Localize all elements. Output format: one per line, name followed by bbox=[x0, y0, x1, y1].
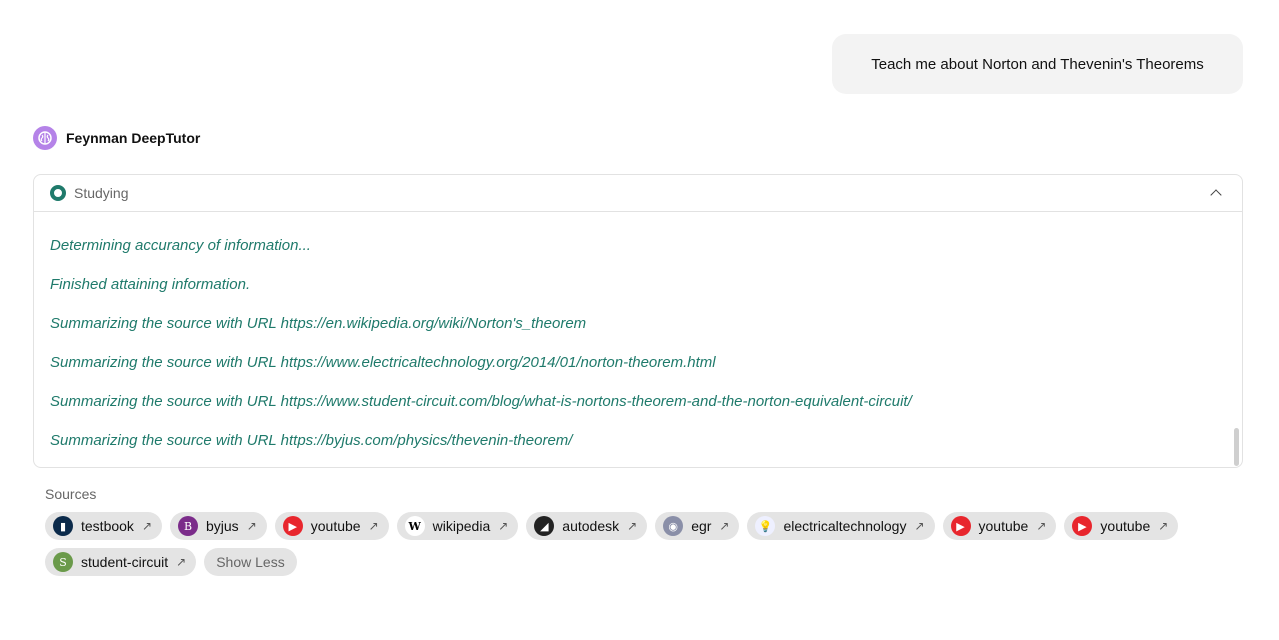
external-link-icon: ↗ bbox=[246, 519, 257, 533]
lightbulb-icon: 💡 bbox=[755, 516, 776, 536]
source-label: byjus bbox=[206, 518, 239, 534]
assistant-header: Feynman DeepTutor bbox=[33, 126, 200, 150]
autodesk-icon: ◢ bbox=[534, 516, 555, 536]
external-link-icon: ↗ bbox=[498, 519, 509, 533]
source-label: testbook bbox=[81, 518, 134, 534]
youtube-icon: ▶ bbox=[282, 516, 303, 536]
external-link-icon: ↗ bbox=[627, 519, 638, 533]
log-line: Summarizing the source with URL https://… bbox=[50, 354, 716, 371]
external-link-icon: ↗ bbox=[176, 555, 187, 569]
source-chip-youtube[interactable]: ▶ youtube ↗ bbox=[942, 512, 1057, 540]
status-indicator-icon bbox=[50, 185, 66, 201]
source-label: egr bbox=[691, 518, 712, 534]
log-line: Summarizing the source with URL https://… bbox=[50, 315, 587, 332]
activity-log[interactable]: Determining accurancy of information... F… bbox=[34, 212, 1242, 467]
external-link-icon: ↗ bbox=[1036, 519, 1047, 533]
assistant-name: Feynman DeepTutor bbox=[66, 130, 201, 146]
source-chip-testbook[interactable]: ▮ testbook ↗ bbox=[45, 512, 162, 540]
chevron-up-icon[interactable] bbox=[1210, 189, 1222, 201]
show-less-button[interactable]: Show Less bbox=[204, 548, 297, 576]
source-label: student-circuit bbox=[81, 554, 169, 570]
wikipedia-icon: W bbox=[404, 516, 425, 536]
source-chip-electricaltechnology[interactable]: 💡 electricaltechnology ↗ bbox=[747, 512, 935, 540]
source-chip-byjus[interactable]: Bbyjus ↗ bbox=[170, 512, 267, 540]
source-label: youtube bbox=[1100, 518, 1151, 534]
source-label: youtube bbox=[310, 518, 361, 534]
testbook-icon: ▮ bbox=[53, 516, 73, 536]
source-chip-youtube[interactable]: ▶ youtube ↗ bbox=[274, 512, 389, 540]
sources-list: ▮ testbook ↗ Bbyjus ↗ ▶ youtube ↗ Wwikipedia ↗ ◢ au… bbox=[45, 512, 1235, 576]
status-label: Studying bbox=[74, 185, 129, 201]
source-chip-autodesk[interactable]: ◢ autodesk ↗ bbox=[526, 512, 648, 540]
source-label: wikipedia bbox=[432, 518, 491, 534]
student-circuit-icon: S bbox=[53, 552, 73, 572]
studying-panel-toggle[interactable]: Studying bbox=[34, 175, 1242, 212]
youtube-icon: ▶ bbox=[1072, 516, 1093, 536]
user-message: Teach me about Norton and Thevenin's The… bbox=[832, 34, 1243, 94]
source-label: electricaltechnology bbox=[783, 518, 907, 534]
log-line: Summarizing the source with URL https://… bbox=[50, 432, 573, 449]
egr-icon: ◉ bbox=[663, 516, 684, 536]
external-link-icon: ↗ bbox=[368, 519, 379, 533]
source-chip-youtube[interactable]: ▶ youtube ↗ bbox=[1064, 512, 1179, 540]
scrollbar[interactable] bbox=[1234, 428, 1239, 466]
external-link-icon: ↗ bbox=[719, 519, 730, 533]
log-line: Summarizing the source with URL https://… bbox=[50, 393, 912, 410]
sources-label: Sources bbox=[45, 486, 97, 502]
source-label: youtube bbox=[978, 518, 1029, 534]
external-link-icon: ↗ bbox=[141, 519, 152, 533]
external-link-icon: ↗ bbox=[914, 519, 925, 533]
studying-panel: Studying Determining accurancy of inform… bbox=[33, 174, 1243, 468]
source-chip-wikipedia[interactable]: Wwikipedia ↗ bbox=[396, 512, 519, 540]
brain-icon bbox=[33, 126, 57, 150]
log-line: Finished attaining information. bbox=[50, 276, 251, 293]
source-chip-egr[interactable]: ◉ egr ↗ bbox=[655, 512, 740, 540]
source-label: autodesk bbox=[562, 518, 620, 534]
byjus-icon: B bbox=[178, 516, 198, 536]
source-chip-student-circuit[interactable]: Sstudent-circuit ↗ bbox=[45, 548, 197, 576]
youtube-icon: ▶ bbox=[950, 516, 971, 536]
log-line: Determining accurancy of information... bbox=[50, 237, 311, 254]
external-link-icon: ↗ bbox=[1158, 519, 1169, 533]
